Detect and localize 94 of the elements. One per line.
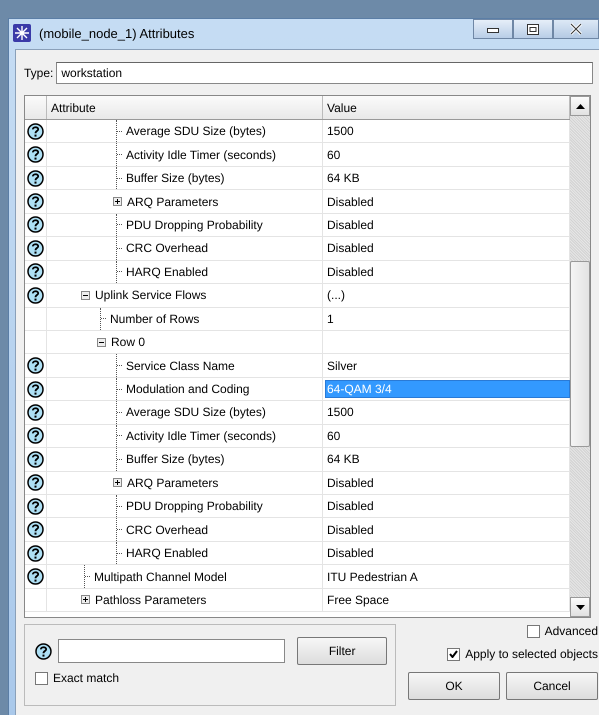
help-icon[interactable] <box>27 404 44 421</box>
attribute-name[interactable]: ARQ Parameters <box>127 194 218 209</box>
type-field[interactable]: workstation <box>56 62 593 84</box>
help-icon[interactable] <box>27 498 44 515</box>
attribute-name[interactable]: CRC Overhead <box>126 522 208 537</box>
attribute-name[interactable]: Service Class Name <box>126 358 235 373</box>
tree-line <box>100 308 107 330</box>
scroll-down-button[interactable] <box>570 597 590 617</box>
window-title: (mobile_node_1) Attributes <box>39 26 196 40</box>
attribute-name[interactable]: Pathloss Parameters <box>95 592 206 607</box>
help-icon[interactable] <box>27 193 44 210</box>
attribute-value[interactable]: Disabled <box>326 194 375 210</box>
cancel-button[interactable]: Cancel <box>506 672 598 700</box>
help-icon[interactable] <box>27 474 44 492</box>
help-icon[interactable] <box>35 642 52 660</box>
attribute-value[interactable]: Disabled <box>326 216 375 233</box>
plus-icon[interactable] <box>113 478 122 488</box>
help-icon[interactable] <box>27 216 44 234</box>
plus-icon[interactable] <box>81 595 90 604</box>
ok-button[interactable]: OK <box>408 672 500 700</box>
attribute-name[interactable]: ARQ Parameters <box>127 476 218 490</box>
attribute-value[interactable]: Disabled <box>326 545 375 562</box>
attribute-value[interactable]: 60 <box>326 146 342 163</box>
check-icon <box>449 650 458 658</box>
checkbox-label[interactable]: Exact match <box>53 671 120 685</box>
attribute-name[interactable]: Activity Idle Timer (seconds) <box>126 428 276 443</box>
attribute-name[interactable]: HARQ Enabled <box>126 264 208 279</box>
attribute-name[interactable]: PDU Dropping Probability <box>126 499 263 514</box>
attribute-value[interactable]: Disabled <box>326 498 375 514</box>
help-icon[interactable] <box>27 240 44 257</box>
checkbox[interactable] <box>526 624 540 638</box>
maximize-icon <box>527 24 539 34</box>
down-arrow-icon <box>576 604 584 610</box>
filter-button[interactable]: Filter <box>297 637 388 665</box>
attribute-name[interactable]: HARQ Enabled <box>126 546 208 560</box>
attribute-name[interactable]: Average SDU Size (bytes) <box>126 405 266 420</box>
star-icon <box>13 24 31 42</box>
attribute-value[interactable]: ITU Pedestrian A <box>326 568 419 585</box>
attribute-value[interactable]: 64 KB <box>326 451 361 468</box>
tree-line <box>84 565 91 588</box>
attribute-value[interactable]: 60 <box>326 428 342 444</box>
checkbox[interactable] <box>35 672 48 684</box>
checkbox-label[interactable]: Apply to selected objects <box>465 647 598 661</box>
attribute-value[interactable]: 1500 <box>326 123 355 140</box>
minimize-icon <box>487 25 499 33</box>
minimize-button[interactable] <box>473 19 513 39</box>
attribute-value[interactable]: Disabled <box>326 474 375 491</box>
attribute-name[interactable]: Modulation and Coding <box>126 382 250 396</box>
attribute-name[interactable]: CRC Overhead <box>126 241 208 256</box>
attribute-name[interactable]: Average SDU Size (bytes) <box>126 124 266 138</box>
checkbox[interactable] <box>447 648 460 660</box>
attribute-name[interactable]: Number of Rows <box>110 312 200 326</box>
help-icon[interactable] <box>27 450 44 468</box>
attribute-name[interactable]: Multipath Channel Model <box>94 570 227 584</box>
attribute-value[interactable]: Disabled <box>326 522 375 538</box>
attribute-value[interactable]: 1 <box>326 310 335 327</box>
maximize-button[interactable] <box>513 19 553 39</box>
up-arrow-icon <box>576 104 584 108</box>
checkbox-label[interactable]: Advanced <box>544 624 598 638</box>
attribute-name[interactable]: Buffer Size (bytes) <box>126 171 224 186</box>
help-icon[interactable] <box>27 380 44 398</box>
type-label: Type: <box>24 66 54 80</box>
help-icon[interactable] <box>27 544 44 562</box>
plus-icon[interactable] <box>113 197 122 206</box>
help-icon[interactable] <box>27 357 44 374</box>
attribute-value[interactable]: Free Space <box>326 592 390 608</box>
minus-icon[interactable] <box>97 338 106 347</box>
attribute-name[interactable]: PDU Dropping Probability <box>126 218 263 232</box>
help-icon[interactable] <box>27 521 44 538</box>
attribute-value[interactable]: (...) <box>326 287 346 304</box>
help-icon[interactable] <box>27 568 44 586</box>
close-button[interactable] <box>553 19 599 39</box>
scroll-thumb[interactable] <box>570 261 590 447</box>
attribute-value[interactable]: Disabled <box>326 240 375 256</box>
help-icon[interactable] <box>27 122 44 140</box>
help-icon[interactable] <box>27 146 44 164</box>
help-icon[interactable] <box>27 427 44 444</box>
filter-field[interactable] <box>58 639 286 663</box>
attribute-value[interactable]: Disabled <box>326 264 375 280</box>
attribute-value[interactable]: Silver <box>326 358 358 374</box>
attribute-name[interactable]: Activity Idle Timer (seconds) <box>126 148 276 162</box>
scroll-up-button[interactable] <box>570 96 590 116</box>
help-icon[interactable] <box>27 263 44 280</box>
close-icon <box>569 23 583 35</box>
help-icon[interactable] <box>27 170 44 187</box>
help-icon[interactable] <box>27 286 44 304</box>
attribute-name[interactable]: Buffer Size (bytes) <box>126 452 224 466</box>
scrollbar[interactable] <box>570 96 590 617</box>
attribute-name[interactable]: Row 0 <box>111 335 146 350</box>
attribute-name[interactable]: Uplink Service Flows <box>95 288 206 302</box>
attribute-value[interactable]: 64 KB <box>326 170 361 186</box>
attribute-value[interactable]: 1500 <box>326 404 355 420</box>
minus-icon[interactable] <box>81 290 90 300</box>
column-header[interactable]: Attribute <box>47 96 323 119</box>
